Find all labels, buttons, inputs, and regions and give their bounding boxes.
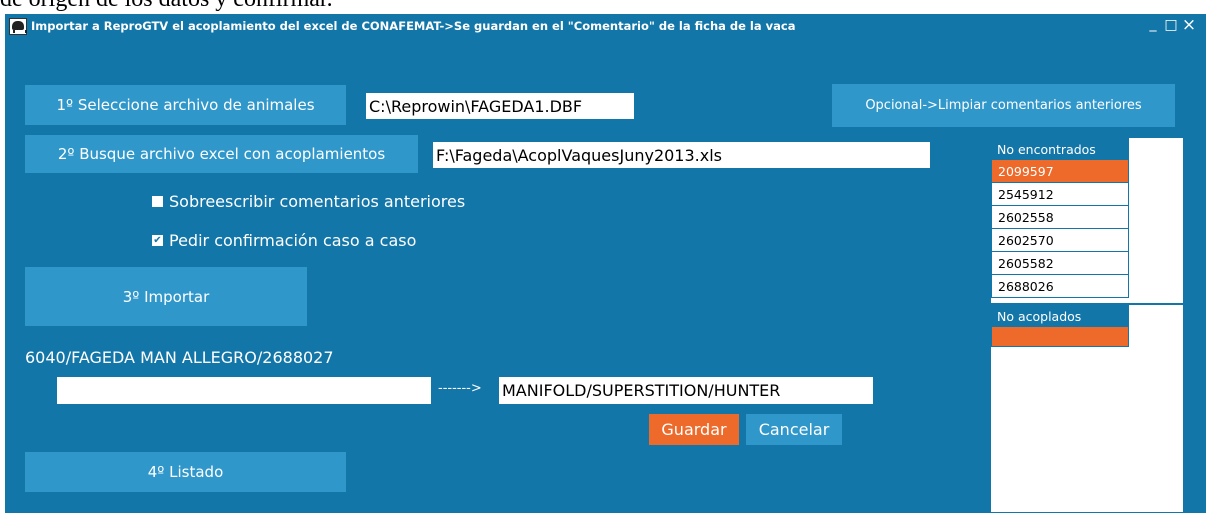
not-found-item[interactable]: 2602558	[991, 206, 1129, 229]
current-animal-label: 6040/FAGEDA MAN ALLEGRO/2688027	[25, 348, 334, 367]
confirm-checkbox-checkmark-icon[interactable]: ✔	[152, 235, 163, 246]
title-bar: Importar a ReproGTV el acoplamiento del …	[5, 14, 1206, 38]
save-button[interactable]: Guardar	[649, 414, 739, 445]
not-found-header: No encontrados	[991, 138, 1129, 160]
not-mated-item[interactable]	[991, 327, 1129, 347]
confirm-each-case-checkbox[interactable]: ✔ Pedir confirmación caso a caso	[152, 231, 416, 250]
select-animals-file-button[interactable]: 1º Seleccione archivo de animales	[25, 85, 346, 125]
cow-app-icon	[9, 17, 27, 35]
not-found-item[interactable]: 2099597	[991, 160, 1129, 183]
import-button[interactable]: 3º Importar	[25, 267, 307, 326]
not-found-item[interactable]: 2602570	[991, 229, 1129, 252]
excel-file-path-input[interactable]: F:\Fageda\AcoplVaquesJuny2013.xls	[433, 142, 930, 168]
browse-excel-file-button[interactable]: 2º Busque archivo excel con acoplamiento…	[25, 135, 418, 173]
results-panel[interactable]: No encontrados 2099597 2545912 2602558 2…	[991, 138, 1183, 512]
not-mated-header: No acoplados	[991, 305, 1129, 327]
animals-file-path-input[interactable]: C:\Reprowin\FAGEDA1.DBF	[366, 93, 634, 119]
import-window: Importar a ReproGTV el acoplamiento del …	[5, 14, 1206, 513]
mating-edit-input[interactable]	[57, 377, 431, 404]
minimize-icon[interactable]: _	[1144, 15, 1162, 33]
clear-previous-comments-button[interactable]: Opcional->Limpiar comentarios anteriores	[832, 84, 1175, 127]
window-title: Importar a ReproGTV el acoplamiento del …	[31, 19, 796, 33]
document-background-text: de origen de los datos y confirmar.	[0, 0, 333, 13]
confirm-checkbox-label: Pedir confirmación caso a caso	[169, 231, 417, 250]
overwrite-checkbox-label: Sobreescribir comentarios anteriores	[169, 192, 466, 211]
not-found-item[interactable]: 2545912	[991, 183, 1129, 206]
close-icon[interactable]: ×	[1180, 16, 1198, 34]
cancel-button[interactable]: Cancelar	[746, 414, 842, 445]
overwrite-comments-checkbox[interactable]: Sobreescribir comentarios anteriores	[152, 192, 465, 211]
mating-value-field[interactable]: MANIFOLD/SUPERSTITION/HUNTER	[499, 377, 873, 404]
listing-button[interactable]: 4º Listado	[25, 452, 346, 492]
overwrite-checkbox-box[interactable]	[152, 196, 163, 207]
maximize-icon[interactable]: □	[1162, 16, 1180, 34]
arrow-separator: ------->	[438, 381, 482, 396]
not-found-item[interactable]: 2605582	[991, 252, 1129, 275]
not-found-item[interactable]: 2688026	[991, 275, 1129, 298]
